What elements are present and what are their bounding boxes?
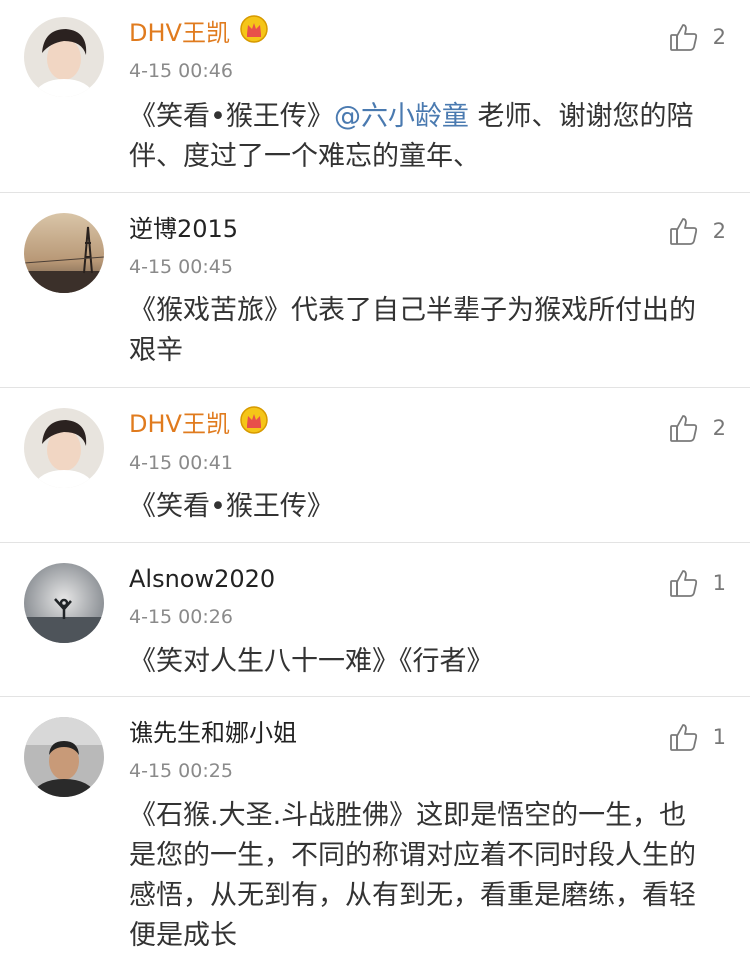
like-count: 2 — [712, 25, 726, 49]
comment-text: 《笑看•猴王传》@六小龄童 老师、谢谢您的陪伴、度过了一个难忘的童年、 — [129, 97, 729, 177]
username[interactable]: 逆博2015 — [129, 214, 238, 244]
username[interactable]: DHV王凯 — [129, 14, 268, 50]
comment-text: 《笑看•猴王传》 — [129, 491, 334, 522]
mention-link[interactable]: @六小龄童 — [334, 101, 469, 132]
timestamp: 4-15 00:45 — [129, 256, 233, 278]
thumbs-up-icon — [669, 724, 697, 751]
thumbs-up-icon — [669, 218, 697, 245]
like-button[interactable]: 2 — [669, 22, 726, 52]
like-button[interactable]: 2 — [669, 216, 726, 246]
comment-item: DHV王凯 4-15 00:46 《笑看•猴王传》@六小龄童 老师、谢谢您的陪伴… — [0, 0, 750, 193]
username-text[interactable]: DHV王凯 — [129, 19, 230, 47]
comment-item: 谯先生和娜小姐 4-15 00:25 《石猴.大圣.斗战胜佛》这即是悟空的一生，… — [0, 697, 750, 969]
timestamp: 4-15 00:41 — [129, 452, 233, 474]
avatar[interactable] — [24, 717, 104, 797]
timestamp: 4-15 00:25 — [129, 760, 233, 782]
avatar[interactable] — [24, 408, 104, 488]
like-button[interactable]: 1 — [669, 722, 726, 752]
comment-item: 逆博2015 4-15 00:45 《猴戏苦旅》代表了自己半辈子为猴戏所付出的艰… — [0, 193, 750, 388]
timestamp: 4-15 00:46 — [129, 60, 233, 82]
like-count: 1 — [712, 725, 726, 749]
crown-icon — [240, 14, 268, 50]
thumbs-up-icon — [669, 24, 697, 51]
comment-item: DHV王凯 4-15 00:41 《笑看•猴王传》 2 — [0, 388, 750, 543]
timestamp: 4-15 00:26 — [129, 606, 233, 628]
like-count: 2 — [712, 416, 726, 440]
comment-item: Alsnow2020 4-15 00:26 《笑对人生八十一难》《行者》 1 — [0, 543, 750, 697]
username-text[interactable]: DHV王凯 — [129, 410, 230, 438]
avatar[interactable] — [24, 213, 104, 293]
username[interactable]: Alsnow2020 — [129, 564, 275, 594]
comment-text: 《石猴.大圣.斗战胜佛》这即是悟空的一生，也是您的一生，不同的称谓对应着不同时段… — [129, 800, 696, 951]
like-count: 1 — [712, 571, 726, 595]
comment-text: 《笑对人生八十一难》《行者》 — [129, 646, 494, 677]
username[interactable]: 谯先生和娜小姐 — [129, 718, 297, 748]
comment-text: 《猴戏苦旅》代表了自己半辈子为猴戏所付出的艰辛 — [129, 295, 696, 366]
username[interactable]: DHV王凯 — [129, 405, 268, 441]
like-count: 2 — [712, 219, 726, 243]
like-button[interactable]: 2 — [669, 413, 726, 443]
like-button[interactable]: 1 — [669, 568, 726, 598]
comment-text-part: 《笑看•猴王传》 — [129, 101, 334, 132]
thumbs-up-icon — [669, 570, 697, 597]
thumbs-up-icon — [669, 415, 697, 442]
avatar[interactable] — [24, 17, 104, 97]
crown-icon — [240, 405, 268, 441]
avatar[interactable] — [24, 563, 104, 643]
